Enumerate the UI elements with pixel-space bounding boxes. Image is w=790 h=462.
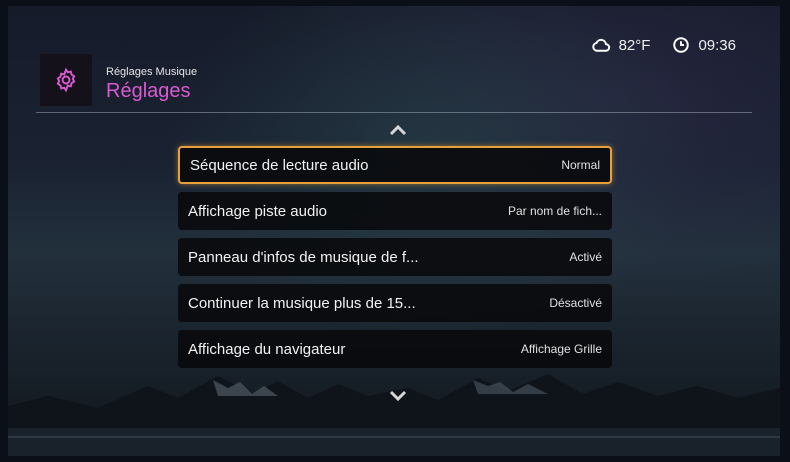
status-bar: 82°F 09:36: [591, 36, 736, 54]
weather-status: 82°F: [591, 36, 651, 54]
temperature: 82°F: [618, 36, 651, 54]
menu-item-value: Désactivé: [549, 296, 602, 310]
menu-item-browser-display[interactable]: Affichage du navigateur Affichage Grille: [178, 330, 612, 368]
menu-item-continue-music[interactable]: Continuer la musique plus de 15... Désac…: [178, 284, 612, 322]
menu-item-value: Activé: [569, 250, 602, 264]
time: 09:36: [698, 36, 736, 54]
clock-status: 09:36: [672, 36, 736, 54]
page-title: Réglages: [106, 80, 191, 102]
menu-item-value: Normal: [561, 158, 600, 172]
scroll-up-icon[interactable]: [388, 124, 408, 136]
menu-item-label: Affichage du navigateur: [188, 340, 346, 358]
scroll-down-icon[interactable]: [388, 390, 408, 402]
menu-item-audio-track-display[interactable]: Affichage piste audio Par nom de fich...: [178, 192, 612, 230]
gear-icon: [56, 67, 76, 93]
menu-item-label: Séquence de lecture audio: [190, 156, 369, 174]
menu-item-label: Affichage piste audio: [188, 202, 327, 220]
cloud-icon: [591, 38, 610, 52]
settings-menu: Séquence de lecture audio Normal Afficha…: [178, 146, 612, 376]
settings-app-icon: [40, 54, 92, 106]
menu-item-music-info-panel[interactable]: Panneau d'infos de musique de f... Activ…: [178, 238, 612, 276]
clock-icon: [673, 37, 690, 53]
menu-item-value: Par nom de fich...: [507, 204, 602, 218]
header-divider: [36, 112, 752, 113]
menu-item-audio-playback-sequence[interactable]: Séquence de lecture audio Normal: [178, 146, 612, 184]
menu-item-label: Panneau d'infos de musique de f...: [188, 248, 419, 266]
screen: Réglages Musique Réglages 82°F 09:36 Séq…: [8, 6, 780, 456]
breadcrumb: Réglages Musique: [106, 66, 198, 78]
menu-item-label: Continuer la musique plus de 15...: [188, 294, 416, 312]
menu-item-value: Affichage Grille: [520, 342, 602, 356]
